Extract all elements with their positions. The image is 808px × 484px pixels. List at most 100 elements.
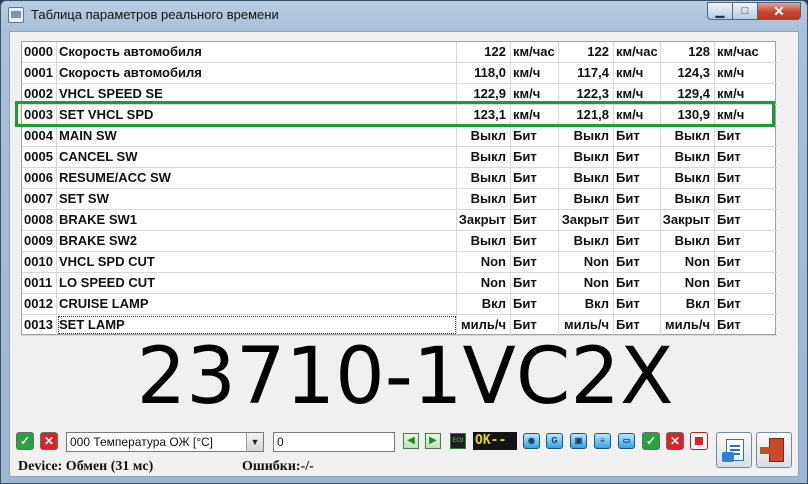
table-row[interactable]: 0001 Скорость автомобиля 118,0 км/ч 117,4 км/…	[22, 63, 777, 84]
table-row[interactable]: 0000 Скорость автомобиля 122 км/час 122 км/ча…	[22, 42, 777, 63]
cell-name: VHCL SPD CUT	[57, 252, 457, 272]
app-icon[interactable]	[8, 7, 24, 23]
cell-v2: 121,8	[559, 105, 614, 125]
cell-u2: км/ч	[614, 84, 661, 104]
table-row[interactable]: 0004 MAIN SW Выкл Бит Выкл Бит Выкл Бит	[22, 126, 777, 147]
graph-button[interactable]: G	[546, 433, 563, 449]
cell-id: 0008	[22, 210, 57, 230]
cell-u1: км/ч	[511, 63, 559, 83]
cell-v2: Выкл	[559, 126, 614, 146]
cell-name: RESUME/ACC SW	[57, 168, 457, 188]
cell-v2: Выкл	[559, 189, 614, 209]
cell-v3: 124,3	[661, 63, 715, 83]
cell-v2: 117,4	[559, 63, 614, 83]
cell-v3: Non	[661, 273, 715, 293]
check-icon: ✓	[645, 434, 657, 448]
cancel-button[interactable]: ✕	[40, 432, 58, 450]
table-row[interactable]: 0012 CRUISE LAMP Вкл Бит Вкл Бит Вкл Бит	[22, 294, 777, 315]
cell-name: VHCL SPEED SE	[57, 84, 457, 104]
cell-v2: 122,3	[559, 84, 614, 104]
table-row[interactable]: 0002 VHCL SPEED SE 122,9 км/ч 122,3 км/ч 129,4…	[22, 84, 777, 105]
parameter-select[interactable]: 000 Температура ОЖ [°C] ▼	[66, 432, 264, 452]
title-bar[interactable]: Таблица параметров реального времени ▁ □…	[1, 1, 807, 29]
table-row[interactable]: 0005 CANCEL SW Выкл Бит Выкл Бит Выкл Бит	[22, 147, 777, 168]
cell-id: 0006	[22, 168, 57, 188]
cell-id: 0002	[22, 84, 57, 104]
cell-v2: Выкл	[559, 147, 614, 167]
cell-u3: км/ч	[717, 86, 745, 101]
apply-button[interactable]: ✓	[16, 432, 34, 450]
parameter-select-value: 000 Температура ОЖ [°C]	[70, 435, 213, 449]
cell-u3: Бит	[717, 170, 741, 185]
cell-name: BRAKE SW2	[57, 231, 457, 251]
close-button[interactable]: ✕	[757, 2, 801, 20]
cell-u3: Бит	[717, 275, 741, 290]
table-row[interactable]: 0003 SET VHCL SPD 123,1 км/ч 121,8 км/ч 130,9 к…	[22, 105, 777, 126]
cell-id: 0010	[22, 252, 57, 272]
minimize-button[interactable]: ▁	[707, 2, 733, 20]
cell-name: MAIN SW	[57, 126, 457, 146]
cell-v3: Выкл	[661, 231, 715, 251]
cell-u2: Бит	[614, 210, 661, 230]
graph-icon: G	[551, 436, 558, 445]
table-row[interactable]: 0011 LO SPEED CUT Non Бит Non Бит Non Бит	[22, 273, 777, 294]
cross-icon: ✕	[43, 434, 55, 448]
value-input[interactable]	[273, 432, 395, 452]
cell-v3: 130,9	[661, 105, 715, 125]
cell-id: 0011	[22, 273, 57, 293]
cell-u1: Бит	[511, 231, 559, 251]
cell-v2: Non	[559, 273, 614, 293]
cell-id: 0000	[22, 42, 57, 62]
cell-u3: Бит	[717, 296, 741, 311]
parameters-table[interactable]: 0000 Скорость автомобиля 122 км/час 122 км/ча…	[21, 41, 777, 336]
cell-u2: Бит	[614, 147, 661, 167]
cell-id: 0007	[22, 189, 57, 209]
arrow-left-icon: ◀	[407, 435, 415, 446]
cell-name: BRAKE SW1	[57, 210, 457, 230]
save-button[interactable]: ▣	[570, 433, 587, 449]
status-bar: Device: Обмен (31 мс) Ошибки:-/-	[10, 456, 710, 476]
cell-name: CANCEL SW	[57, 147, 457, 167]
cell-name: Скорость автомобиля	[57, 42, 457, 62]
chevron-down-icon[interactable]: ▼	[246, 433, 263, 451]
cell-u1: Бит	[511, 273, 559, 293]
prev-button[interactable]: ◀	[403, 433, 419, 449]
window-button[interactable]: ▭	[618, 433, 635, 449]
cell-u3: км/ч	[717, 65, 745, 80]
record-button[interactable]: ◉	[523, 433, 540, 449]
toolbar: ✓ ✕ 000 Температура ОЖ [°C] ▼ ◀ ▶ ECU OK…	[10, 430, 800, 454]
cell-v2: Non	[559, 252, 614, 272]
cell-v1: Выкл	[457, 189, 511, 209]
stop-button[interactable]	[690, 432, 708, 450]
minimize-icon: ▁	[715, 5, 725, 18]
cell-v2: Выкл	[559, 231, 614, 251]
next-button[interactable]: ▶	[425, 433, 441, 449]
confirm-button[interactable]: ✓	[642, 432, 660, 450]
cell-u3: Бит	[717, 128, 741, 143]
check-icon: ✓	[19, 434, 31, 448]
cell-v3: Выкл	[661, 168, 715, 188]
cell-u2: Бит	[614, 252, 661, 272]
table-row[interactable]: 0010 VHCL SPD CUT Non Бит Non Бит Non Бит	[22, 252, 777, 273]
cell-id: 0004	[22, 126, 57, 146]
cell-u1: Бит	[511, 210, 559, 230]
cell-u2: Бит	[614, 273, 661, 293]
cell-u1: км/ч	[511, 105, 559, 125]
table-row[interactable]: 0009 BRAKE SW2 Выкл Бит Выкл Бит Выкл Бит	[22, 231, 777, 252]
ecu-chip-icon[interactable]: ECU	[450, 433, 466, 449]
maximize-icon: □	[741, 5, 749, 17]
window-title: Таблица параметров реального времени	[31, 7, 279, 22]
cell-u1: Бит	[511, 189, 559, 209]
table-row[interactable]: 0006 RESUME/ACC SW Выкл Бит Выкл Бит Выкл Бит	[22, 168, 777, 189]
cell-u2: Бит	[614, 189, 661, 209]
cross-icon: ✕	[669, 434, 681, 448]
report-button[interactable]	[716, 432, 752, 468]
maximize-button[interactable]: □	[732, 2, 758, 20]
list-button[interactable]: ≡	[594, 433, 611, 449]
table-row[interactable]: 0008 BRAKE SW1 Закрыт Бит Закрыт Бит Закрыт Бит	[22, 210, 777, 231]
reject-button[interactable]: ✕	[666, 432, 684, 450]
exit-button[interactable]	[756, 432, 792, 468]
table-row[interactable]: 0007 SET SW Выкл Бит Выкл Бит Выкл Бит	[22, 189, 777, 210]
cell-id: 0009	[22, 231, 57, 251]
cell-id: 0001	[22, 63, 57, 83]
